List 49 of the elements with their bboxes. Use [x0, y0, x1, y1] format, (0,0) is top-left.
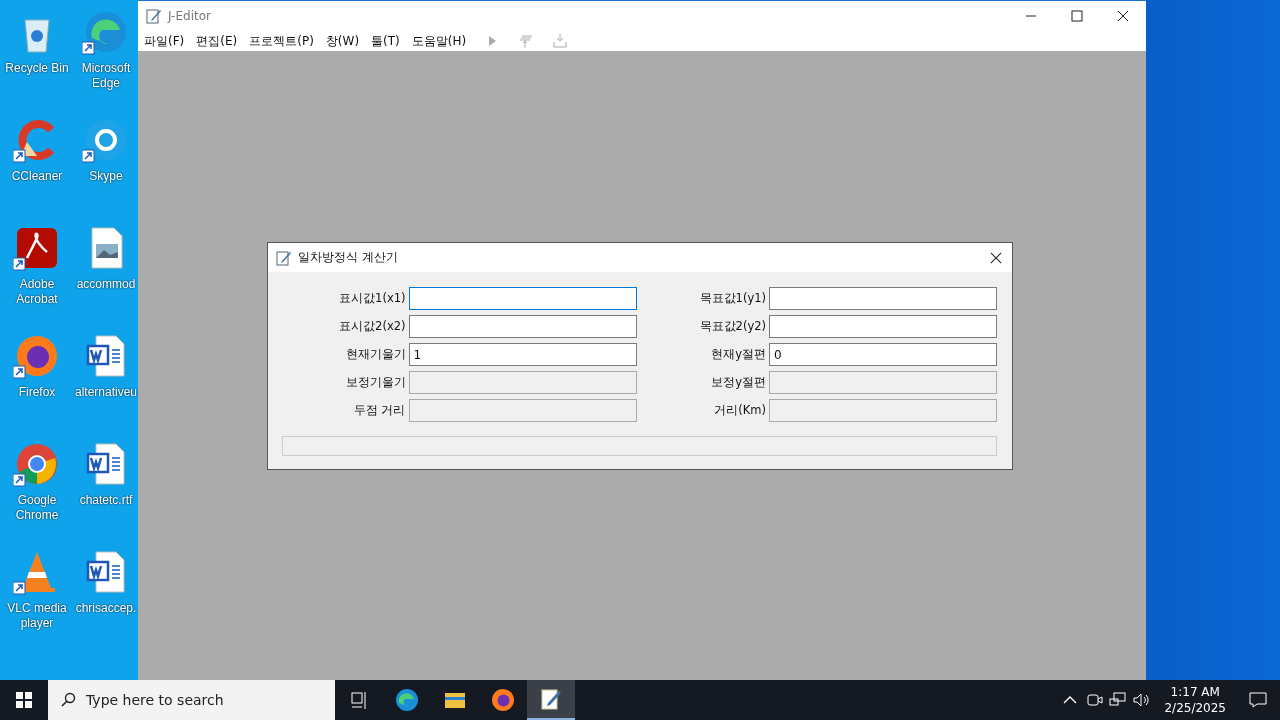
input-field[interactable]: [408, 315, 637, 338]
desktop-icon-label[interactable]: VLC media player: [1, 601, 73, 631]
menu-item[interactable]: 도움말(H): [411, 32, 467, 50]
date-text: 2/25/2025: [1164, 700, 1226, 716]
notification-icon[interactable]: [1248, 690, 1268, 710]
desktop-icon-label[interactable]: Skype: [89, 169, 123, 184]
input-field[interactable]: [769, 287, 997, 310]
field-label: 목표값1(y1): [699, 291, 766, 306]
desktop-icon-label[interactable]: accommod: [76, 277, 136, 292]
desktop-icon-label[interactable]: Adobe Acrobat: [1, 277, 73, 307]
desktop-icon-label[interactable]: chrisaccep.: [75, 601, 137, 616]
menu-item[interactable]: 파일(F): [144, 32, 185, 50]
firefox-icon: [491, 688, 515, 712]
search-icon: [60, 692, 76, 708]
field-label: 두점 거리: [353, 403, 406, 418]
input-field[interactable]: [408, 287, 637, 310]
desktop-icon-label[interactable]: chatetc.rtf: [79, 493, 133, 508]
close-button[interactable]: [990, 251, 1002, 264]
clock[interactable]: 1:17 AM 2/25/2025: [1164, 684, 1226, 716]
desktop-icon-label[interactable]: alternativeu: [74, 385, 137, 400]
desktop-icon-label[interactable]: Microsoft Edge: [74, 61, 138, 91]
dialog-title: 일차방정식 계산기: [298, 249, 398, 266]
field-label: 표시값2(x2): [339, 319, 406, 334]
editor-taskbar-button[interactable]: [527, 680, 575, 720]
menu-item[interactable]: 창(W): [325, 32, 360, 50]
search-field[interactable]: Type here to search: [48, 680, 335, 720]
edge-icon: [395, 688, 419, 712]
notepad-icon: [146, 8, 162, 24]
editor-icon: [539, 687, 563, 711]
field-label: 보정y절편: [711, 375, 766, 390]
input-field[interactable]: 0: [769, 343, 997, 366]
desktop-icon-label[interactable]: Google Chrome: [1, 493, 73, 523]
menu-item[interactable]: 프로젝트(P): [249, 32, 314, 50]
field-label: 보정기울기: [345, 375, 406, 390]
notepad-icon: [276, 249, 292, 266]
menu-item[interactable]: 툴(T): [371, 32, 400, 50]
menu-item[interactable]: 편집(E): [196, 32, 238, 50]
field-label: 목표값2(y2): [699, 319, 766, 334]
field-label: 현재y절편: [711, 347, 766, 362]
field-label: 표시값1(x1): [339, 291, 406, 306]
time-text: 1:17 AM: [1170, 684, 1220, 700]
window-title: J-Editor: [168, 9, 211, 23]
desktop-icon-label[interactable]: Firefox: [18, 385, 56, 400]
field-label: 현재기울기: [345, 347, 406, 362]
field-label: 거리(Km): [714, 403, 766, 418]
input-field[interactable]: 1: [408, 343, 637, 366]
desktop-icon-label[interactable]: Recycle Bin: [5, 61, 69, 76]
desktop-icon-label[interactable]: CCleaner: [11, 169, 63, 184]
input-field[interactable]: [769, 315, 997, 338]
